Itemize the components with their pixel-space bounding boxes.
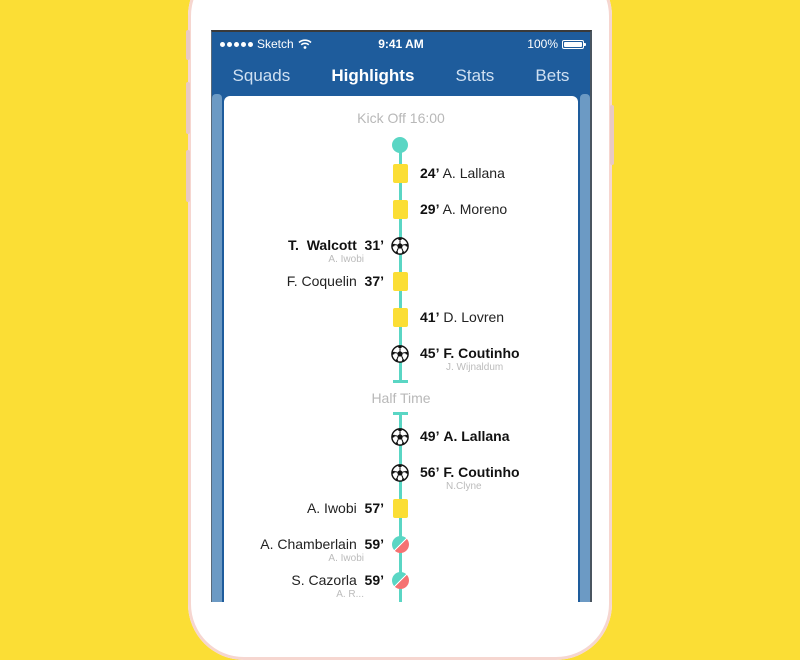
halftime-label: Half Time: [224, 390, 578, 406]
tab-squads[interactable]: Squads: [229, 66, 295, 86]
event-minute: 29’: [420, 201, 439, 217]
tab-highlights[interactable]: Highlights: [327, 66, 418, 86]
status-bar: Sketch 9:41 AM 100%: [212, 32, 590, 56]
event-player: A. Lallana: [443, 165, 505, 181]
yellow-card-icon: [393, 200, 408, 219]
event-assist: J. Wijnaldum: [446, 362, 503, 373]
event-text: F. Coquelin 37’: [287, 273, 384, 289]
timeline-event[interactable]: 29’ A. Moreno: [224, 198, 578, 222]
event-player: S. Cazorla: [291, 572, 356, 588]
tab-stats[interactable]: Stats: [452, 66, 499, 86]
yellow-card-icon: [393, 272, 408, 291]
match-timeline: Kick Off 16:00 Half Time 24’ A. Lallana2…: [224, 96, 578, 602]
timeline-event[interactable]: A. Chamberlain 59’A. Iwobi: [224, 533, 578, 557]
timeline-event[interactable]: 56’ F. CoutinhoN.Clyne: [224, 461, 578, 485]
timeline-event[interactable]: S. Cazorla 59’A. R...: [224, 569, 578, 593]
phone-power-button: [610, 105, 614, 165]
kickoff-label: Kick Off 16:00: [224, 110, 578, 126]
event-assist: A. Iwobi: [328, 553, 364, 564]
soccer-ball-icon: [391, 428, 409, 446]
event-assist: N.Clyne: [446, 481, 482, 492]
timeline-event[interactable]: 24’ A. Lallana: [224, 162, 578, 186]
battery-icon: [562, 40, 584, 49]
event-text: 56’ F. Coutinho: [420, 464, 520, 480]
timeline-event[interactable]: T. Walcott 31’A. Iwobi: [224, 234, 578, 258]
soccer-ball-icon: [391, 237, 409, 255]
timeline-event[interactable]: A. Iwobi 57’: [224, 497, 578, 521]
event-player: A. Chamberlain: [260, 536, 357, 552]
event-text: 24’ A. Lallana: [420, 165, 505, 181]
event-player: T. Walcott: [288, 237, 357, 253]
event-assist: A. Iwobi: [328, 254, 364, 265]
tab-bets[interactable]: Bets: [531, 66, 573, 86]
battery-percent: 100%: [527, 37, 558, 51]
timeline-event[interactable]: F. Coquelin 37’: [224, 270, 578, 294]
event-player: A. Moreno: [443, 201, 508, 217]
event-text: A. Chamberlain 59’: [260, 536, 384, 552]
soccer-ball-icon: [391, 345, 409, 363]
event-text: 49’ A. Lallana: [420, 428, 510, 444]
phone-volume-down: [186, 150, 190, 202]
yellow-card-icon: [393, 499, 408, 518]
event-text: 45’ F. Coutinho: [420, 345, 520, 361]
event-player: F. Coutinho: [443, 464, 519, 480]
card-stack-right: [580, 94, 590, 602]
event-assist: A. R...: [336, 589, 364, 600]
event-text: S. Cazorla 59’: [291, 572, 384, 588]
event-minute: 41’: [420, 309, 439, 325]
event-minute: 37’: [365, 273, 384, 289]
yellow-card-icon: [393, 164, 408, 183]
highlights-card[interactable]: Kick Off 16:00 Half Time 24’ A. Lallana2…: [224, 96, 578, 602]
card-stack-left: [212, 94, 222, 602]
event-player: A. Iwobi: [307, 500, 357, 516]
yellow-card-icon: [393, 308, 408, 327]
timeline-event[interactable]: 49’ A. Lallana: [224, 425, 578, 449]
event-player: A. Lallana: [443, 428, 509, 444]
event-minute: 45’: [420, 345, 439, 361]
event-minute: 24’: [420, 165, 439, 181]
phone-volume-up: [186, 82, 190, 134]
first-half-end-cap: [393, 380, 408, 383]
event-minute: 49’: [420, 428, 439, 444]
app-screen: Sketch 9:41 AM 100% Squads Highlights St…: [211, 30, 592, 602]
timeline-event[interactable]: 45’ F. CoutinhoJ. Wijnaldum: [224, 342, 578, 366]
substitution-icon: [392, 572, 409, 589]
event-minute: 57’: [365, 500, 384, 516]
event-minute: 59’: [365, 572, 384, 588]
phone-side-button-left: [186, 30, 190, 60]
timeline-event[interactable]: 41’ D. Lovren: [224, 306, 578, 330]
event-player: D. Lovren: [443, 309, 504, 325]
event-text: T. Walcott 31’: [288, 237, 384, 253]
event-text: A. Iwobi 57’: [307, 500, 384, 516]
event-text: 29’ A. Moreno: [420, 201, 507, 217]
tab-bar: Squads Highlights Stats Bets: [212, 62, 590, 90]
event-player: F. Coquelin: [287, 273, 357, 289]
event-minute: 56’: [420, 464, 439, 480]
event-minute: 31’: [365, 237, 384, 253]
event-text: 41’ D. Lovren: [420, 309, 504, 325]
event-minute: 59’: [365, 536, 384, 552]
substitution-icon: [392, 536, 409, 553]
soccer-ball-icon: [391, 464, 409, 482]
event-player: F. Coutinho: [443, 345, 519, 361]
